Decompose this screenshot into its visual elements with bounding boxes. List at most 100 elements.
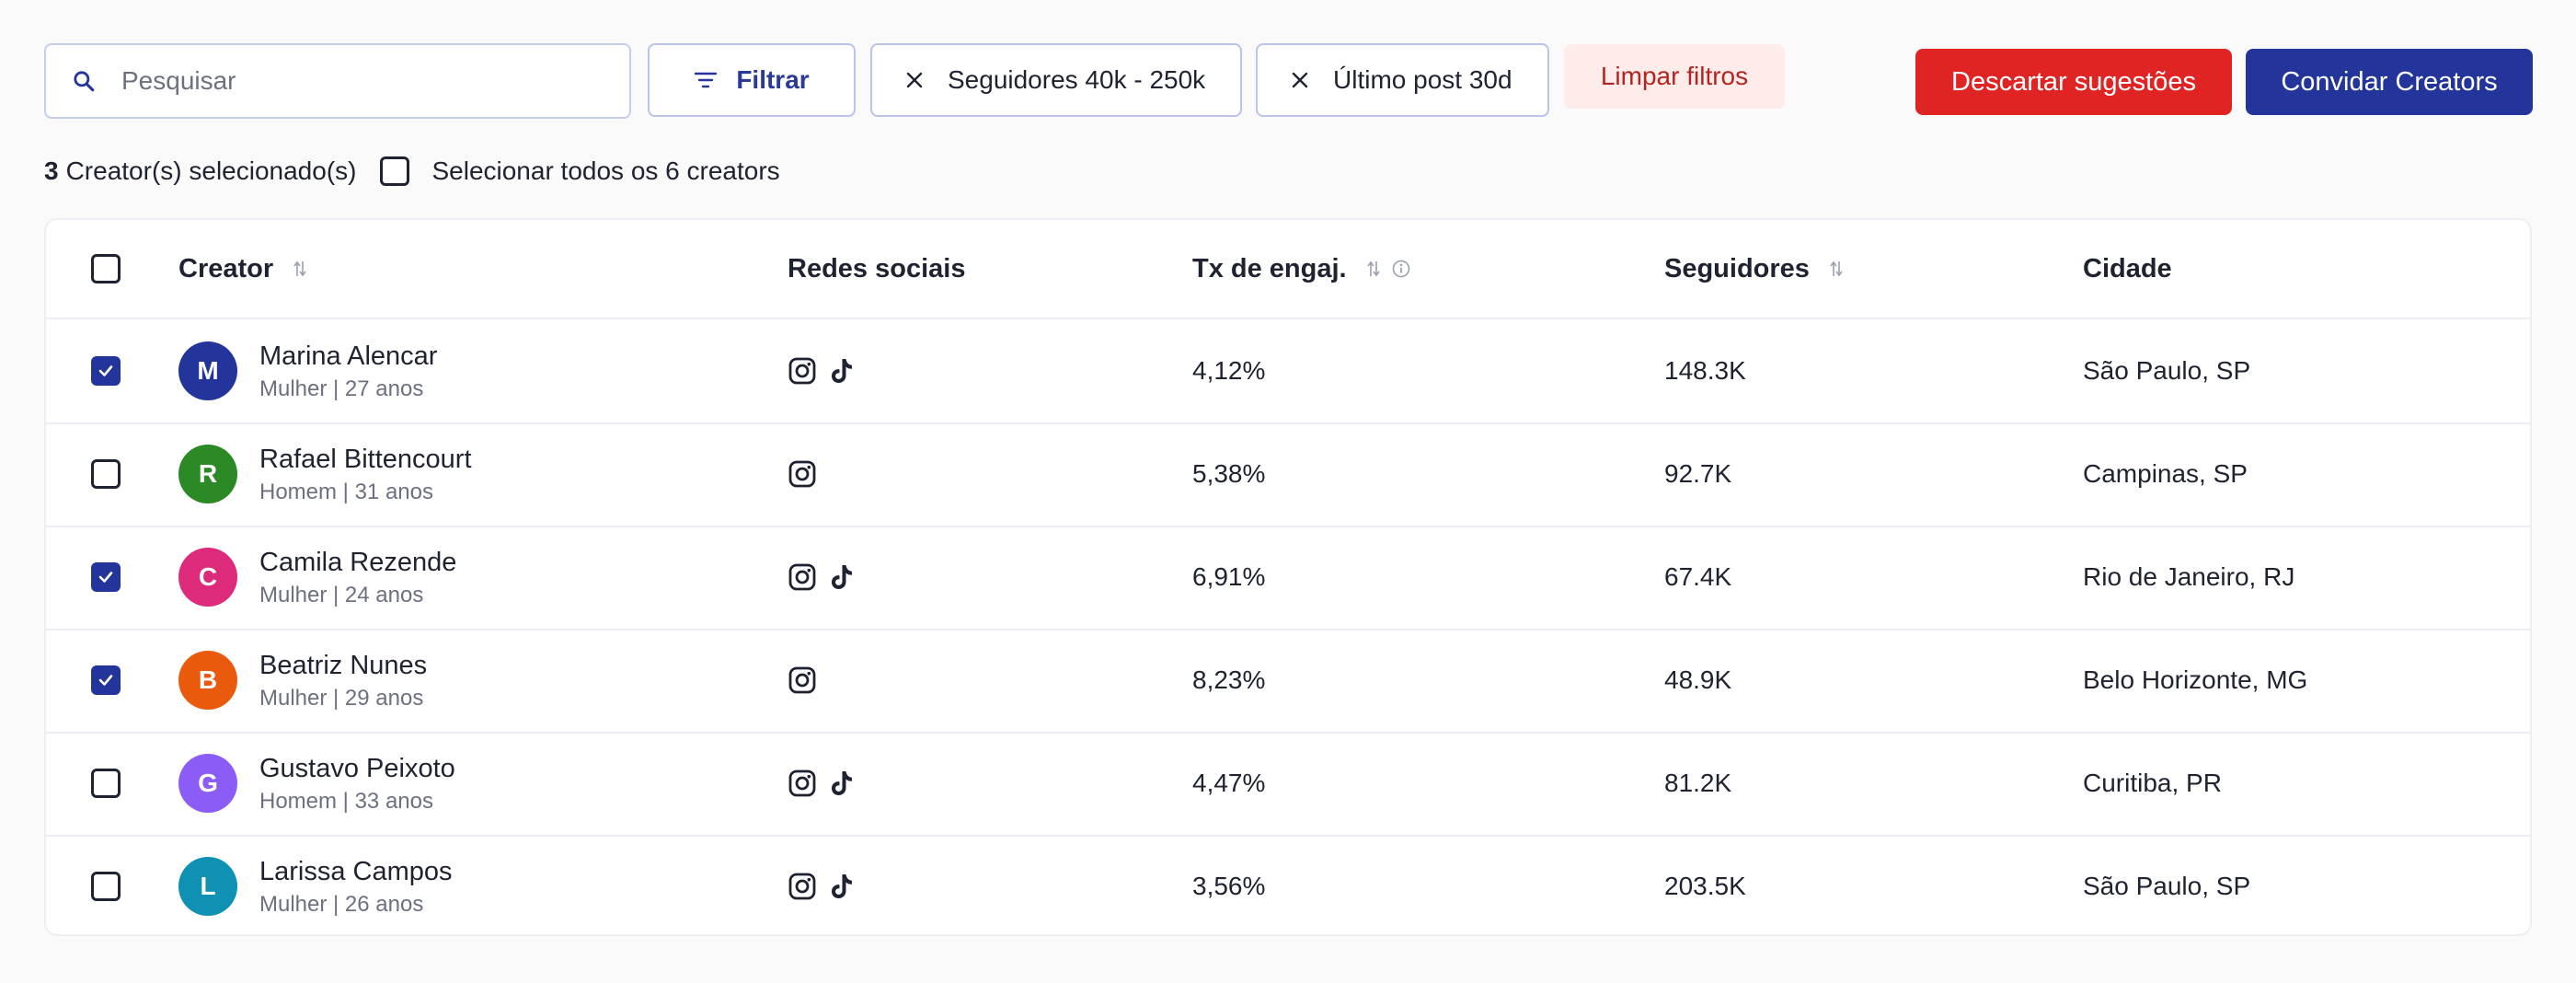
creator-name[interactable]: Camila Rezende	[259, 544, 456, 581]
header-checkbox[interactable]	[91, 254, 121, 283]
column-header-followers[interactable]: Seguidores	[1664, 220, 1845, 318]
avatar: M	[178, 341, 237, 400]
select-all-label[interactable]: Selecionar todos os 6 creators	[431, 156, 779, 186]
creator-name[interactable]: Beatriz Nunes	[259, 647, 427, 684]
avatar: R	[178, 445, 237, 503]
creator-meta: Mulher | 26 anos	[259, 892, 424, 917]
search-input[interactable]	[120, 65, 602, 97]
creator-meta: Mulher | 24 anos	[259, 583, 424, 607]
creator-meta: Mulher | 27 anos	[259, 376, 424, 401]
table-row[interactable]: R Rafael Bittencourt Homem | 31 anos 5,38% 9…	[46, 422, 2530, 527]
social-networks	[788, 629, 830, 732]
row-checkbox[interactable]	[91, 665, 121, 695]
tiktok-icon[interactable]	[830, 769, 854, 797]
creator-cell[interactable]: R Rafael Bittencourt Homem | 31 anos	[178, 422, 472, 526]
followers-count: 81.2K	[1664, 769, 1732, 797]
tiktok-icon[interactable]	[830, 873, 854, 900]
filter-chip-label: Seguidores 40k - 250k	[948, 65, 1206, 94]
row-checkbox[interactable]	[91, 769, 121, 798]
followers-count: 67.4K	[1664, 562, 1732, 591]
table-row[interactable]: L Larissa Campos Mulher | 26 anos 3,56% 203.…	[46, 835, 2530, 934]
column-header-city: Cidade	[2083, 253, 2172, 283]
followers-count: 148.3K	[1664, 356, 1746, 385]
clear-filters-button[interactable]: Limpar filtros	[1564, 44, 1785, 109]
instagram-icon[interactable]	[788, 562, 817, 592]
tiktok-icon[interactable]	[830, 563, 854, 591]
table-row[interactable]: G Gustavo Peixoto Homem | 33 anos 4,47% 81.2…	[46, 732, 2530, 837]
city: Rio de Janeiro, RJ	[2083, 562, 2295, 591]
city: Campinas, SP	[2083, 459, 2248, 488]
sort-icon[interactable]	[292, 259, 308, 279]
column-header-engagement[interactable]: Tx de engaj.	[1192, 220, 1411, 318]
creator-name[interactable]: Marina Alencar	[259, 338, 437, 375]
instagram-icon[interactable]	[788, 459, 817, 489]
instagram-icon[interactable]	[788, 872, 817, 901]
creator-cell[interactable]: M Marina Alencar Mulher | 27 anos	[178, 319, 437, 422]
creator-cell[interactable]: G Gustavo Peixoto Homem | 33 anos	[178, 732, 455, 835]
info-icon[interactable]	[1391, 259, 1411, 279]
avatar: C	[178, 548, 237, 607]
column-header-creator[interactable]: Creator	[178, 220, 308, 318]
avatar: B	[178, 651, 237, 710]
engagement-rate: 6,91%	[1192, 562, 1266, 591]
filter-chip-followers[interactable]: Seguidores 40k - 250k	[870, 43, 1242, 117]
table-row[interactable]: M Marina Alencar Mulher | 27 anos 4,12% 148.…	[46, 319, 2530, 424]
social-networks	[788, 319, 867, 422]
table-header: Creator Redes sociais Tx de engaj. Segui…	[46, 220, 2530, 319]
selection-bar: 3 Creator(s) selecionado(s) Selecionar t…	[44, 153, 780, 190]
filter-chip-last-post[interactable]: Último post 30d	[1256, 43, 1549, 117]
engagement-rate: 4,12%	[1192, 356, 1266, 385]
avatar: G	[178, 754, 237, 813]
select-all-checkbox[interactable]	[380, 156, 410, 186]
discard-suggestions-button[interactable]: Descartar sugestões	[1915, 49, 2232, 115]
engagement-rate: 8,23%	[1192, 665, 1266, 694]
engagement-rate: 5,38%	[1192, 459, 1266, 488]
social-networks	[788, 835, 867, 934]
table-row[interactable]: C Camila Rezende Mulher | 24 anos 6,91% 67.4…	[46, 526, 2530, 630]
column-header-social: Redes sociais	[788, 253, 966, 283]
city: Curitiba, PR	[2083, 769, 2222, 797]
table-row[interactable]: B Beatriz Nunes Mulher | 29 anos 8,23% 48.9K…	[46, 629, 2530, 734]
social-networks	[788, 732, 867, 835]
selected-count: 3	[44, 156, 59, 185]
close-icon[interactable]	[905, 71, 924, 89]
engagement-rate: 3,56%	[1192, 872, 1266, 900]
creator-name[interactable]: Rafael Bittencourt	[259, 441, 472, 478]
instagram-icon[interactable]	[788, 356, 817, 386]
instagram-icon[interactable]	[788, 769, 817, 798]
invite-creators-button[interactable]: Convidar Creators	[2246, 49, 2533, 115]
avatar: L	[178, 857, 237, 916]
search-icon	[74, 71, 95, 92]
row-checkbox[interactable]	[91, 872, 121, 901]
row-checkbox[interactable]	[91, 562, 121, 592]
city: São Paulo, SP	[2083, 356, 2251, 385]
creator-meta: Mulher | 29 anos	[259, 686, 424, 711]
row-checkbox[interactable]	[91, 459, 121, 489]
sort-icon[interactable]	[1365, 259, 1382, 279]
creator-meta: Homem | 33 anos	[259, 789, 433, 814]
followers-count: 48.9K	[1664, 665, 1732, 694]
social-networks	[788, 422, 830, 526]
creator-meta: Homem | 31 anos	[259, 480, 433, 504]
city: São Paulo, SP	[2083, 872, 2251, 900]
social-networks	[788, 526, 867, 629]
search-box[interactable]	[44, 43, 631, 119]
creator-name[interactable]: Larissa Campos	[259, 853, 453, 890]
selected-count-text: Creator(s) selecionado(s)	[65, 156, 357, 185]
followers-count: 203.5K	[1664, 872, 1746, 900]
creator-cell[interactable]: C Camila Rezende Mulher | 24 anos	[178, 526, 456, 629]
creator-name[interactable]: Gustavo Peixoto	[259, 750, 455, 787]
followers-count: 92.7K	[1664, 459, 1732, 488]
creator-cell[interactable]: L Larissa Campos Mulher | 26 anos	[178, 835, 453, 934]
engagement-rate: 4,47%	[1192, 769, 1266, 797]
tiktok-icon[interactable]	[830, 357, 854, 385]
close-icon[interactable]	[1291, 71, 1309, 89]
row-checkbox[interactable]	[91, 356, 121, 386]
instagram-icon[interactable]	[788, 665, 817, 695]
filter-button-label: Filtrar	[736, 65, 810, 94]
creator-cell[interactable]: B Beatriz Nunes Mulher | 29 anos	[178, 629, 427, 732]
city: Belo Horizonte, MG	[2083, 665, 2308, 694]
filter-chip-label: Último post 30d	[1333, 65, 1512, 94]
filter-button[interactable]: Filtrar	[648, 43, 856, 117]
sort-icon[interactable]	[1828, 259, 1845, 279]
